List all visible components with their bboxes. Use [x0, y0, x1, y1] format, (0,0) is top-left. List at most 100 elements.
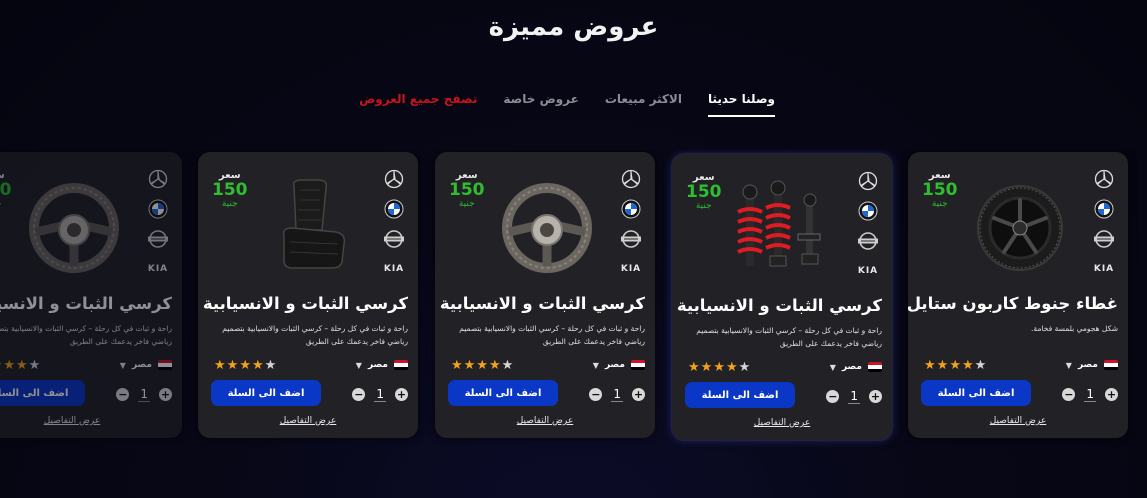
- country-name: مصر: [367, 360, 388, 370]
- brand-list: KIA: [856, 170, 880, 282]
- star-rating: ★★★★★: [924, 358, 987, 373]
- star-empty-icon: ★: [738, 360, 752, 375]
- tab-special-offers[interactable]: عروض خاصة: [503, 92, 578, 115]
- add-to-cart-button[interactable]: اضف الى السلة: [448, 380, 558, 406]
- star-filled-icon: ★: [688, 360, 701, 375]
- star-filled-icon: ★: [725, 360, 739, 375]
- product-card: سعر 150 جنية KIA كرسي الثبات و الانسيابي…: [435, 152, 655, 438]
- bmw-logo-icon: [857, 200, 879, 222]
- star-rating: ★★★★★: [0, 358, 41, 373]
- product-title: كرسي الثبات و الانسيابية: [439, 294, 645, 313]
- price-value: 150: [0, 180, 12, 200]
- kia-logo-icon: KIA: [1093, 264, 1115, 274]
- kia-logo-icon: KIA: [620, 264, 642, 274]
- country-select[interactable]: مصر ▼: [356, 360, 408, 370]
- price-block: سعر 150 جنية: [686, 172, 722, 211]
- currency-label: جنية: [931, 199, 948, 209]
- tab-best-sellers[interactable]: الاكثر مبيعات: [605, 92, 682, 115]
- car-seat-icon[interactable]: [258, 176, 362, 276]
- steering-wheel-icon[interactable]: [22, 176, 126, 276]
- country-name: مصر: [604, 360, 625, 370]
- chevron-down-icon: ▼: [355, 360, 362, 370]
- price-block: سعر 150 جنية: [449, 170, 485, 209]
- product-title: غطاء جنوط كاربون ستايل: [906, 294, 1118, 313]
- decrease-qty-button[interactable]: −: [352, 388, 366, 401]
- chevron-down-icon: ▼: [829, 362, 836, 372]
- product-description: راحة و ثبات في كل رحلة – كرسي الثبات وال…: [222, 324, 408, 346]
- product-card: سعر 150 جنية KIA كرسي الثبات و الانسيابي…: [198, 152, 418, 438]
- tab-new-arrivals[interactable]: وصلنا حديثا: [707, 92, 775, 117]
- price-block: سعر 150 جنية: [212, 170, 248, 209]
- currency-label: جنية: [695, 201, 712, 211]
- quantity-stepper: − 1 +: [1062, 387, 1118, 402]
- star-filled-icon: ★: [713, 360, 726, 375]
- coilover-suspension-icon[interactable]: [732, 178, 836, 278]
- browse-all-offers-link[interactable]: تصفح جميع العروض: [359, 92, 477, 115]
- view-details-link[interactable]: عرض التفاصيل: [435, 416, 655, 426]
- country-select[interactable]: مصر ▼: [120, 360, 172, 370]
- steering-wheel-icon[interactable]: [495, 176, 599, 276]
- decrease-qty-button[interactable]: −: [1062, 388, 1076, 401]
- quantity-value[interactable]: 1: [1084, 387, 1096, 402]
- view-details-link[interactable]: عرض التفاصيل: [0, 416, 182, 426]
- star-filled-icon: ★: [961, 358, 975, 373]
- increase-qty-button[interactable]: +: [632, 388, 645, 401]
- star-empty-icon: ★: [501, 358, 515, 373]
- star-filled-icon: ★: [488, 358, 502, 373]
- country-select[interactable]: مصر ▼: [593, 360, 645, 370]
- product-carousel[interactable]: سعر 150 جنية KIA غطاء جنوط كاربون ستايل …: [0, 150, 1147, 450]
- decrease-qty-button[interactable]: −: [589, 388, 603, 401]
- increase-qty-button[interactable]: +: [395, 388, 408, 401]
- mercedes-logo-icon: [1093, 168, 1115, 190]
- chevron-down-icon: ▼: [592, 360, 599, 370]
- view-details-link[interactable]: عرض التفاصيل: [908, 416, 1128, 426]
- product-title: كرسي الثبات و الانسيابية: [676, 296, 882, 315]
- quantity-stepper: − 1 +: [116, 387, 172, 402]
- product-card: سعر 150 جنية KIA كرسي الثبات و الانسيابي…: [672, 154, 892, 440]
- star-rating: ★★★★★: [214, 358, 277, 373]
- bmw-logo-icon: [1093, 198, 1115, 220]
- add-to-cart-button[interactable]: اضف الى السلة: [211, 380, 321, 406]
- wheel-rim-icon[interactable]: [968, 176, 1072, 276]
- add-to-cart-button[interactable]: اضف الى السلة: [685, 382, 795, 408]
- mercedes-logo-icon: [383, 168, 405, 190]
- product-description: شكل هجومي بلمسة فخامة.: [1031, 324, 1118, 333]
- chevron-down-icon: ▼: [1065, 360, 1072, 370]
- increase-qty-button[interactable]: +: [1105, 388, 1118, 401]
- egypt-flag-icon: [158, 360, 172, 370]
- quantity-value[interactable]: 1: [848, 389, 860, 404]
- mercedes-logo-icon: [857, 170, 879, 192]
- nissan-logo-icon: [857, 230, 879, 252]
- quantity-value[interactable]: 1: [374, 387, 386, 402]
- star-rating: ★★★★★: [688, 360, 751, 375]
- decrease-qty-button[interactable]: −: [116, 388, 130, 401]
- add-to-cart-button[interactable]: اضف الى السلة: [0, 380, 85, 406]
- star-filled-icon: ★: [936, 358, 950, 373]
- price-value: 150: [449, 180, 485, 200]
- mercedes-logo-icon: [147, 168, 169, 190]
- egypt-flag-icon: [1104, 360, 1118, 370]
- add-to-cart-button[interactable]: اضف الى السلة: [921, 380, 1031, 406]
- decrease-qty-button[interactable]: −: [826, 390, 840, 403]
- kia-logo-icon: KIA: [857, 266, 879, 276]
- quantity-value[interactable]: 1: [611, 387, 623, 402]
- star-rating: ★★★★★: [451, 358, 514, 373]
- egypt-flag-icon: [394, 360, 408, 370]
- view-details-link[interactable]: عرض التفاصيل: [672, 418, 892, 428]
- country-select[interactable]: مصر ▼: [830, 362, 882, 372]
- currency-label: جنية: [458, 199, 475, 209]
- star-filled-icon: ★: [949, 358, 962, 373]
- star-filled-icon: ★: [451, 358, 464, 373]
- quantity-stepper: − 1 +: [352, 387, 408, 402]
- price-block: سعر 150 جنية: [922, 170, 958, 209]
- quantity-stepper: − 1 +: [589, 387, 645, 402]
- currency-label: جنية: [221, 199, 238, 209]
- view-details-link[interactable]: عرض التفاصيل: [198, 416, 418, 426]
- price-value: 150: [922, 180, 958, 200]
- quantity-value[interactable]: 1: [138, 387, 150, 402]
- chevron-down-icon: ▼: [119, 360, 126, 370]
- increase-qty-button[interactable]: +: [159, 388, 172, 401]
- increase-qty-button[interactable]: +: [869, 390, 882, 403]
- country-select[interactable]: مصر ▼: [1066, 360, 1118, 370]
- star-filled-icon: ★: [239, 358, 252, 373]
